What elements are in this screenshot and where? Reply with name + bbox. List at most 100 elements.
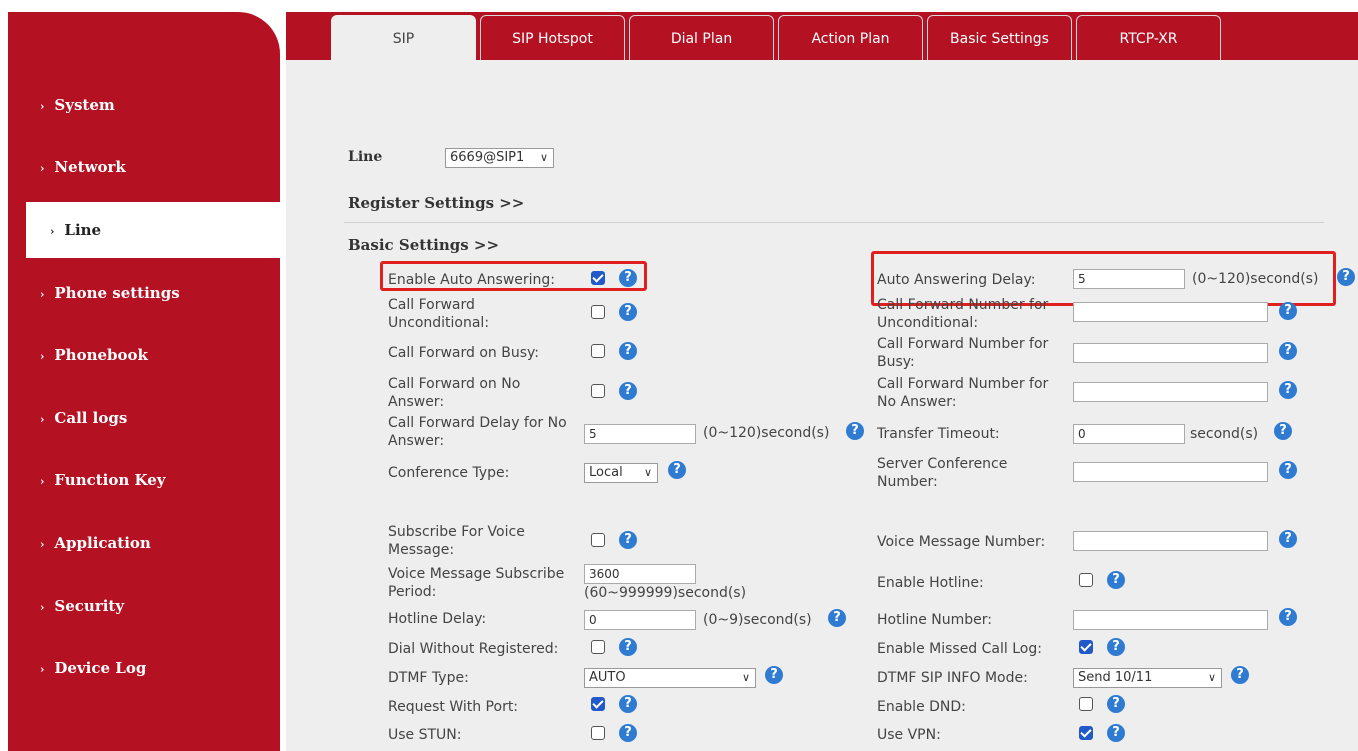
dtmf-sip-info-mode-select[interactable]: Send 10/11 ∨	[1073, 668, 1222, 688]
tab-dial-plan[interactable]: Dial Plan	[629, 15, 774, 60]
help-icon[interactable]: ?	[765, 666, 783, 684]
tab-sip[interactable]: SIP	[331, 15, 476, 60]
help-icon[interactable]: ?	[1279, 302, 1297, 320]
tab-basic-settings[interactable]: Basic Settings	[927, 15, 1072, 60]
help-icon[interactable]: ?	[619, 303, 637, 321]
hotline-number-input[interactable]	[1073, 610, 1268, 630]
enable-dnd-label: Enable DND:	[877, 699, 966, 715]
chevron-right-icon: ›	[40, 475, 45, 488]
voice-message-number-input[interactable]	[1073, 531, 1268, 551]
cf-number-no-answer-label-2: No Answer:	[877, 394, 957, 410]
use-stun-label: Use STUN:	[388, 727, 462, 743]
help-icon[interactable]: ?	[1279, 608, 1297, 626]
enable-missed-call-log-checkbox[interactable]	[1079, 640, 1093, 654]
tab-rtcp-xr[interactable]: RTCP-XR	[1076, 15, 1221, 60]
subscribe-voice-label-2: Message:	[388, 542, 455, 558]
tab-sip-hotspot[interactable]: SIP Hotspot	[480, 15, 625, 60]
basic-settings-heading: Basic Settings >>	[348, 236, 500, 254]
vm-subscribe-period-input[interactable]: 3600	[584, 564, 696, 584]
request-with-port-label: Request With Port:	[388, 699, 519, 715]
hotline-delay-input[interactable]: 0	[584, 610, 696, 630]
sidebar-item-phonebook[interactable]: › Phonebook	[40, 343, 148, 367]
help-icon[interactable]: ?	[1279, 342, 1297, 360]
divider	[344, 222, 1324, 223]
request-with-port-checkbox[interactable]	[591, 697, 605, 711]
chevron-down-icon: ∨	[741, 671, 750, 684]
help-icon[interactable]: ?	[619, 531, 637, 549]
line-select[interactable]: 6669@SIP1 ∨	[445, 148, 554, 168]
help-icon[interactable]: ?	[1337, 268, 1355, 286]
help-icon[interactable]: ?	[828, 609, 846, 627]
dial-without-registered-checkbox[interactable]	[591, 640, 605, 654]
use-vpn-checkbox[interactable]	[1079, 726, 1093, 740]
help-icon[interactable]: ?	[619, 724, 637, 742]
help-icon[interactable]: ?	[668, 461, 686, 479]
chevron-down-icon: ∨	[539, 151, 548, 164]
help-icon[interactable]: ?	[619, 695, 637, 713]
help-icon[interactable]: ?	[1107, 724, 1125, 742]
chevron-right-icon: ›	[40, 162, 45, 175]
line-label: Line	[348, 149, 383, 165]
help-icon[interactable]: ?	[619, 382, 637, 400]
help-icon[interactable]: ?	[619, 638, 637, 656]
chevron-right-icon: ›	[40, 538, 45, 551]
enable-hotline-checkbox[interactable]	[1079, 573, 1093, 587]
chevron-down-icon: ∨	[1207, 671, 1216, 684]
cf-no-answer-checkbox[interactable]	[591, 384, 605, 398]
help-icon[interactable]: ?	[1279, 381, 1297, 399]
dtmf-type-select[interactable]: AUTO ∨	[584, 668, 756, 688]
sidebar-item-security[interactable]: › Security	[40, 594, 124, 618]
conference-type-select[interactable]: Local ∨	[584, 463, 658, 483]
use-stun-checkbox[interactable]	[591, 726, 605, 740]
dial-without-registered-label: Dial Without Registered:	[388, 641, 559, 657]
enable-dnd-checkbox[interactable]	[1079, 697, 1093, 711]
cf-unconditional-checkbox[interactable]	[591, 305, 605, 319]
sidebar-item-line[interactable]: › Line	[26, 202, 280, 258]
cf-number-no-answer-input[interactable]	[1073, 382, 1268, 402]
tab-action-plan[interactable]: Action Plan	[778, 15, 923, 60]
vm-subscribe-period-label-1: Voice Message Subscribe	[388, 566, 565, 582]
help-icon[interactable]: ?	[1107, 638, 1125, 656]
chevron-right-icon: ›	[40, 100, 45, 113]
cf-delay-label-2: Answer:	[388, 433, 445, 449]
highlight-box	[380, 261, 647, 291]
sidebar-item-function-key[interactable]: › Function Key	[40, 468, 165, 492]
help-icon[interactable]: ?	[1107, 571, 1125, 589]
sidebar-item-phone-settings[interactable]: › Phone settings	[40, 281, 180, 305]
help-icon[interactable]: ?	[1231, 666, 1249, 684]
chevron-right-icon: ›	[40, 413, 45, 426]
cf-delay-input[interactable]: 5	[584, 424, 696, 444]
cf-number-unconditional-label-1: Call Forward Number for	[877, 297, 1049, 313]
server-conference-label-2: Number:	[877, 474, 938, 490]
enable-hotline-label: Enable Hotline:	[877, 575, 984, 591]
subscribe-voice-checkbox[interactable]	[591, 533, 605, 547]
transfer-timeout-input[interactable]: 0	[1073, 424, 1185, 444]
help-icon[interactable]: ?	[846, 422, 864, 440]
help-icon[interactable]: ?	[1274, 422, 1292, 440]
sidebar-item-call-logs[interactable]: › Call logs	[40, 406, 127, 430]
cf-busy-checkbox[interactable]	[591, 344, 605, 358]
register-settings-link[interactable]: Register Settings >>	[348, 194, 524, 212]
sidebar-item-device-log[interactable]: › Device Log	[40, 656, 146, 680]
cf-number-no-answer-label-1: Call Forward Number for	[877, 376, 1049, 392]
help-icon[interactable]: ?	[619, 342, 637, 360]
cf-no-answer-label-1: Call Forward on No	[388, 376, 521, 392]
vm-subscribe-period-unit: (60~999999)second(s)	[584, 585, 747, 601]
cf-unconditional-label-2: Unconditional:	[388, 315, 490, 331]
chevron-right-icon: ›	[40, 350, 45, 363]
hotline-number-label: Hotline Number:	[877, 612, 993, 628]
sidebar-item-network[interactable]: › Network	[40, 155, 126, 179]
help-icon[interactable]: ?	[1279, 461, 1297, 479]
chevron-right-icon: ›	[50, 225, 55, 238]
server-conference-input[interactable]	[1073, 462, 1268, 482]
cf-number-busy-input[interactable]	[1073, 343, 1268, 363]
help-icon[interactable]: ?	[1107, 695, 1125, 713]
cf-delay-label-1: Call Forward Delay for No	[388, 415, 567, 431]
sidebar-item-system[interactable]: › System	[40, 93, 115, 117]
cf-number-unconditional-input[interactable]	[1073, 302, 1268, 322]
help-icon[interactable]: ?	[1279, 530, 1297, 548]
dtmf-type-label: DTMF Type:	[388, 670, 469, 686]
cf-unconditional-label-1: Call Forward	[388, 297, 475, 313]
cf-number-unconditional-label-2: Unconditional:	[877, 315, 979, 331]
sidebar-item-application[interactable]: › Application	[40, 531, 151, 555]
